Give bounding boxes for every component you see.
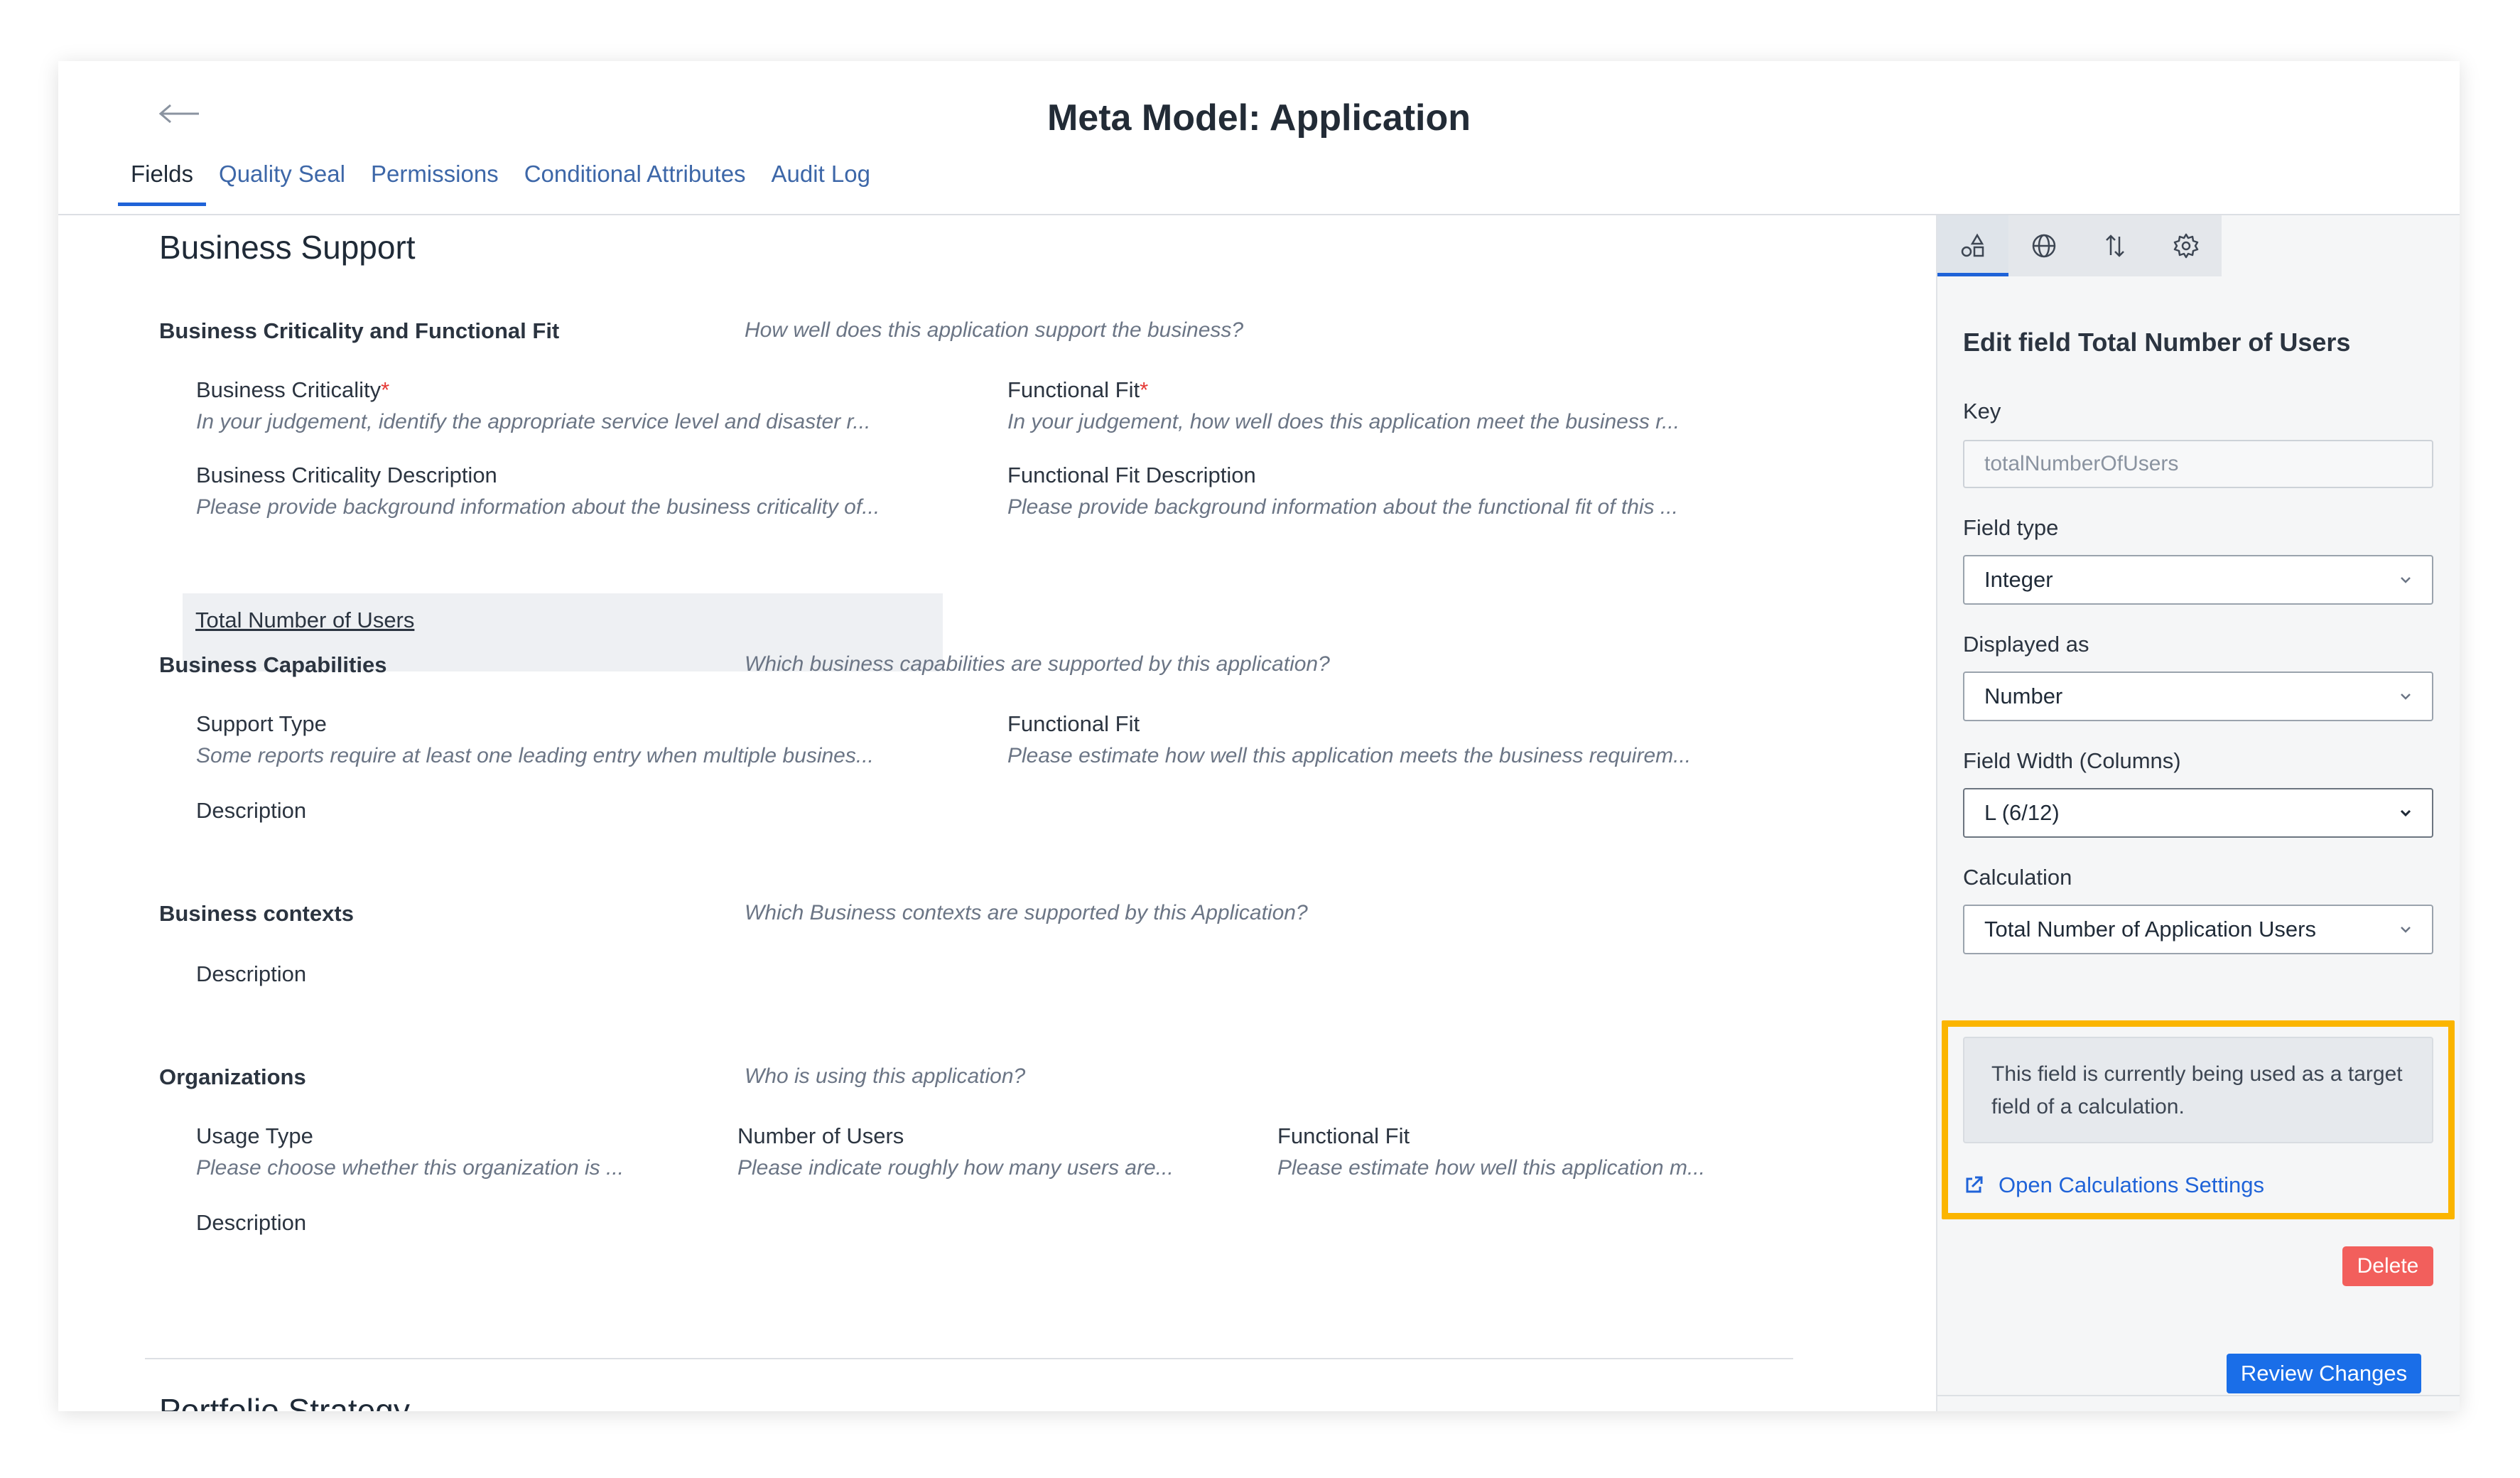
- section-divider: [145, 1358, 1793, 1359]
- tab-audit-log[interactable]: Audit Log: [759, 161, 883, 206]
- field-functional-fit[interactable]: Functional Fit* In your judgement, how w…: [1007, 377, 1732, 434]
- field-description: Please choose whether this organization …: [196, 1156, 624, 1180]
- chevron-down-icon: [2401, 927, 2411, 933]
- edit-field-panel: Edit field Total Number of Users Key tot…: [1936, 215, 2460, 1411]
- field-label: Functional Fit Description: [1007, 463, 1256, 487]
- required-marker: *: [381, 377, 390, 402]
- panel-footer-divider: [1937, 1395, 2460, 1396]
- field-width-label: Field Width (Columns): [1963, 748, 2181, 773]
- section-title: Portfolio Strategy: [159, 1392, 410, 1411]
- gear-icon[interactable]: [2151, 215, 2222, 276]
- tab-permissions[interactable]: Permissions: [358, 161, 512, 206]
- field-description: Please indicate roughly how many users a…: [737, 1156, 1174, 1180]
- tab-fields[interactable]: Fields: [118, 161, 207, 206]
- page-title: Meta Model: Application: [1047, 97, 1471, 139]
- shapes-icon[interactable]: [1937, 215, 2008, 276]
- field-business-criticality-description[interactable]: Business Criticality Description Please …: [196, 463, 921, 519]
- chevron-down-icon: [2401, 577, 2411, 583]
- review-changes-button[interactable]: Review Changes: [2227, 1354, 2421, 1393]
- tab-quality-seal[interactable]: Quality Seal: [206, 161, 358, 206]
- field-description: Please estimate how well this applicatio…: [1277, 1156, 1705, 1180]
- field-description: Please estimate how well this applicatio…: [1007, 744, 1692, 767]
- field-support-type[interactable]: Support Type Some reports require at lea…: [196, 711, 921, 768]
- field-label: Business Criticality: [196, 377, 382, 402]
- field-functional-fit-description[interactable]: Functional Fit Description Please provid…: [1007, 463, 1732, 519]
- key-input[interactable]: totalNumberOfUsers: [1963, 440, 2433, 488]
- chevron-down-icon: [2400, 809, 2411, 817]
- select-value: L (6/12): [1984, 800, 2060, 825]
- group-title[interactable]: Business contexts: [159, 901, 354, 927]
- calculation-select[interactable]: Total Number of Application Users: [1963, 905, 2433, 954]
- select-value: Number: [1984, 684, 2063, 708]
- field-label: Description: [196, 961, 307, 986]
- displayed-as-label: Displayed as: [1963, 632, 2089, 657]
- sort-icon[interactable]: [2080, 215, 2151, 276]
- panel-title: Edit field Total Number of Users: [1963, 328, 2351, 357]
- field-description[interactable]: Description: [196, 798, 921, 824]
- chevron-down-icon: [2401, 694, 2411, 700]
- calculation-notice: This field is currently being used as a …: [1963, 1037, 2433, 1143]
- select-value: Integer: [1984, 567, 2053, 592]
- panel-tab-bar: [1937, 215, 2222, 276]
- group-hint: Who is using this application?: [745, 1064, 1026, 1088]
- meta-model-window: Meta Model: Application Fields Quality S…: [58, 61, 2460, 1411]
- field-number-of-users[interactable]: Number of Users Please indicate roughly …: [737, 1123, 1221, 1180]
- field-label: Business Criticality Description: [196, 463, 497, 487]
- select-value: Total Number of Application Users: [1984, 917, 2316, 942]
- group-hint: Which Business contexts are supported by…: [745, 901, 1308, 924]
- open-calculations-settings-link[interactable]: Open Calculations Settings: [1963, 1172, 2264, 1198]
- field-description: Some reports require at least one leadin…: [196, 744, 874, 767]
- field-type-label: Field type: [1963, 515, 2059, 540]
- field-description[interactable]: Description: [196, 961, 921, 987]
- group-hint: Which business capabilities are supporte…: [745, 652, 1330, 676]
- field-type-select[interactable]: Integer: [1963, 555, 2433, 605]
- section-title: Business Support: [159, 229, 416, 266]
- external-link-icon: [1966, 1176, 1983, 1193]
- field-functional-fit[interactable]: Functional Fit Please estimate how well …: [1277, 1123, 1761, 1180]
- field-label: Functional Fit: [1007, 711, 1140, 736]
- link-label: Open Calculations Settings: [1999, 1172, 2264, 1197]
- field-label: Functional Fit: [1277, 1123, 1410, 1148]
- field-description: In your judgement, identify the appropri…: [196, 410, 871, 433]
- group-hint: How well does this application support t…: [745, 318, 1244, 342]
- field-label: Description: [196, 1210, 307, 1235]
- field-description: In your judgement, how well does this ap…: [1007, 410, 1680, 433]
- field-description[interactable]: Description: [196, 1210, 679, 1236]
- key-label: Key: [1963, 399, 2001, 424]
- field-label: Usage Type: [196, 1123, 313, 1148]
- field-label: Total Number of Users: [195, 608, 415, 632]
- tab-bar: Fields Quality Seal Permissions Conditio…: [118, 161, 883, 206]
- field-label: Support Type: [196, 711, 327, 736]
- field-label: Number of Users: [737, 1123, 904, 1148]
- group-title[interactable]: Business Capabilities: [159, 652, 386, 678]
- field-business-criticality[interactable]: Business Criticality* In your judgement,…: [196, 377, 921, 434]
- field-width-select[interactable]: L (6/12): [1963, 788, 2433, 838]
- field-label: Functional Fit: [1007, 377, 1140, 402]
- field-description: Please provide background information ab…: [1007, 495, 1678, 519]
- calculation-label: Calculation: [1963, 865, 2072, 890]
- tab-conditional-attributes[interactable]: Conditional Attributes: [512, 161, 759, 206]
- group-title[interactable]: Organizations: [159, 1064, 306, 1090]
- field-description: Please provide background information ab…: [196, 495, 880, 519]
- group-title[interactable]: Business Criticality and Functional Fit: [159, 318, 559, 344]
- delete-button[interactable]: Delete: [2342, 1246, 2433, 1286]
- field-functional-fit[interactable]: Functional Fit Please estimate how well …: [1007, 711, 1746, 768]
- field-label: Description: [196, 798, 307, 823]
- fields-canvas: Business Support Business Criticality an…: [58, 215, 1936, 1411]
- globe-icon[interactable]: [2008, 215, 2080, 276]
- displayed-as-select[interactable]: Number: [1963, 671, 2433, 721]
- field-usage-type[interactable]: Usage Type Please choose whether this or…: [196, 1123, 679, 1180]
- required-marker: *: [1140, 377, 1149, 402]
